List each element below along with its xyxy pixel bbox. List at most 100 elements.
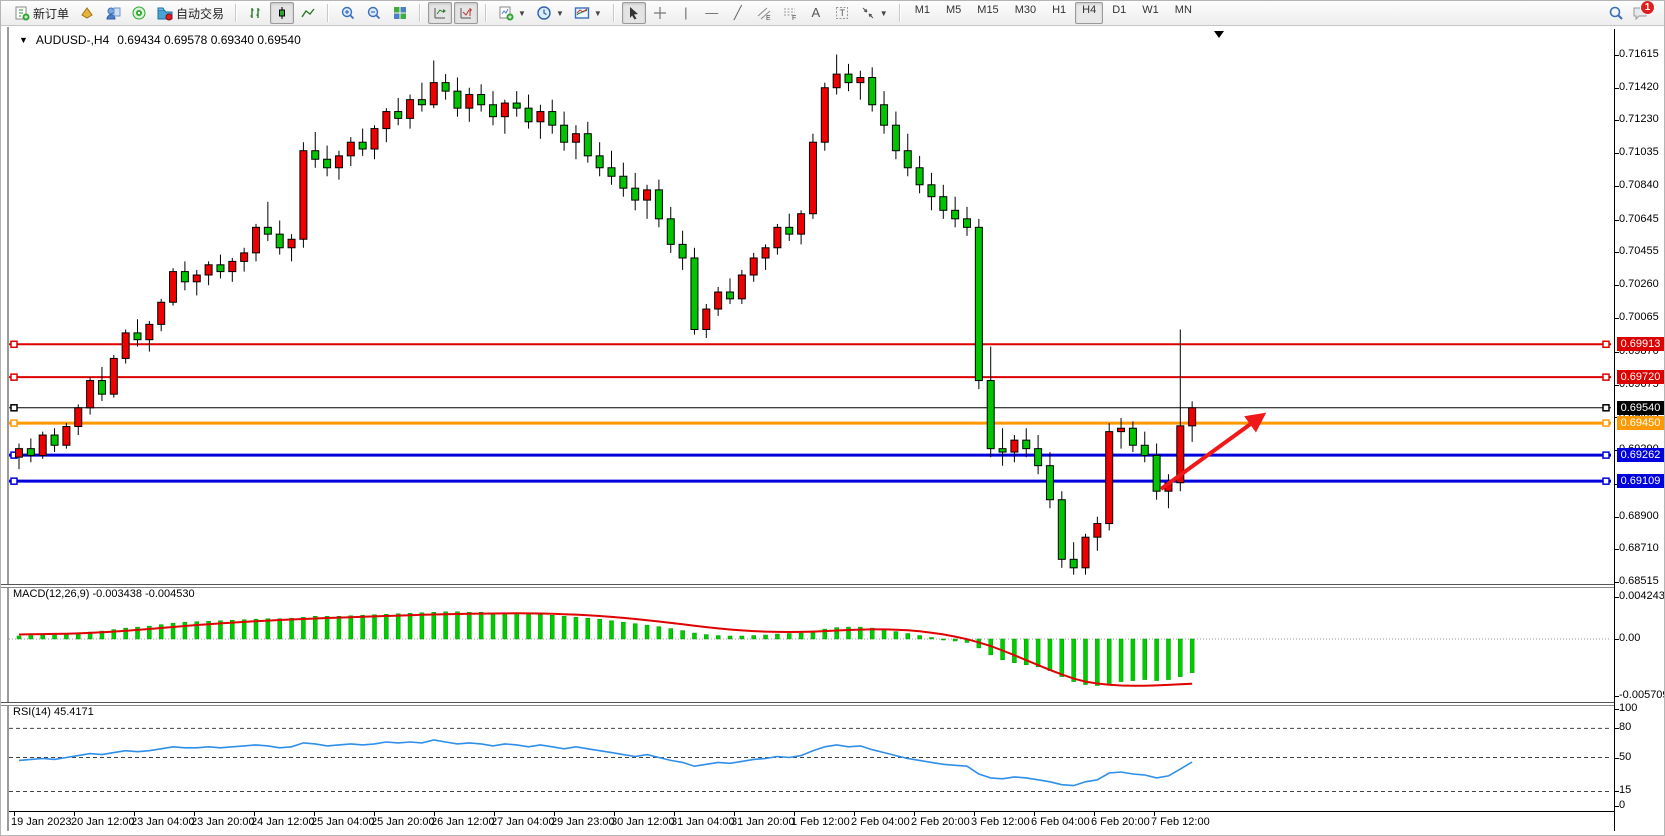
time-tick-label: 7 Feb 12:00 <box>1151 816 1210 828</box>
new-chart-icon <box>498 5 514 21</box>
rsi-tick-label: 50 <box>1619 751 1631 763</box>
text-button[interactable]: A <box>804 2 828 24</box>
arrow-objects-icon <box>860 5 876 21</box>
rsi-chart <box>9 704 1614 811</box>
signals-button[interactable] <box>127 2 151 24</box>
timeframe-button-mn[interactable]: MN <box>1168 2 1199 24</box>
chart-title[interactable]: ▼ AUDUSD-,H4 0.69434 0.69578 0.69340 0.6… <box>19 33 301 47</box>
signals-icon <box>131 5 147 21</box>
macd-tick-label: 0.00 <box>1619 632 1640 644</box>
chat-badge: 1 <box>1640 0 1655 15</box>
time-tick-label: 25 Jan 04:00 <box>311 816 375 828</box>
price-line-badge: 0.69109 <box>1617 474 1664 488</box>
autotrade-button[interactable]: 自动交易 <box>153 2 228 24</box>
new-order-button[interactable]: 新订单 <box>10 2 73 24</box>
vertical-line-button[interactable]: | <box>674 2 698 24</box>
price-tick-label: 0.71615 <box>1619 48 1659 60</box>
toolbar-separator <box>899 4 901 22</box>
macd-chart <box>9 586 1614 701</box>
rsi-pane[interactable]: RSI(14) 45.4171 <box>9 704 1614 811</box>
timeframe-toolbar: M1M5M15M30H1H4D1W1MN <box>903 2 1204 24</box>
macd-pane[interactable]: MACD(12,26,9) -0.003438 -0.004530 <box>9 586 1614 701</box>
time-tick-label: 29 Jan 23:00 <box>551 816 615 828</box>
zoom-out-button[interactable] <box>362 2 386 24</box>
rsi-tick-label: 100 <box>1619 702 1637 714</box>
price-tick-label: 0.70065 <box>1619 311 1659 323</box>
timeframe-button-m5[interactable]: M5 <box>939 2 968 24</box>
timeframe-button-h1[interactable]: H1 <box>1045 2 1073 24</box>
cursor-arrow-icon <box>626 5 642 21</box>
candlestick-icon <box>274 5 290 21</box>
tile-windows-icon <box>392 5 408 21</box>
price-line-badge: 0.69720 <box>1617 370 1664 384</box>
time-tick-label: 2 Feb 20:00 <box>911 816 970 828</box>
bar-chart-icon <box>248 5 264 21</box>
price-pane[interactable] <box>9 29 1614 584</box>
zoom-in-button[interactable] <box>336 2 360 24</box>
timeframe-button-d1[interactable]: D1 <box>1105 2 1133 24</box>
horizontal-line-button[interactable]: — <box>700 2 724 24</box>
macd-label: MACD(12,26,9) -0.003438 -0.004530 <box>13 588 195 600</box>
timeframe-button-m30[interactable]: M30 <box>1008 2 1043 24</box>
crosshair-button[interactable] <box>648 2 672 24</box>
svg-text:E: E <box>766 15 771 22</box>
price-line-badge: 0.69262 <box>1617 448 1664 462</box>
price-tick-label: 0.70840 <box>1619 179 1659 191</box>
arrows-dropdown[interactable]: ▼ <box>856 2 892 24</box>
time-tick-label: 23 Jan 04:00 <box>131 816 195 828</box>
time-tick-label: 31 Jan 20:00 <box>731 816 795 828</box>
period-dropdown[interactable]: ▼ <box>532 2 568 24</box>
search-icon[interactable] <box>1608 5 1624 21</box>
timeframe-button-m15[interactable]: M15 <box>970 2 1005 24</box>
cursor-button[interactable] <box>622 2 646 24</box>
new-order-icon <box>14 5 30 21</box>
price-tick-label: 0.68515 <box>1619 575 1659 587</box>
time-tick-label: 20 Jan 12:00 <box>71 816 135 828</box>
toolbar-separator <box>235 4 237 22</box>
time-tick-label: 2 Feb 04:00 <box>851 816 910 828</box>
zoom-out-icon <box>366 5 382 21</box>
autotrade-icon <box>157 5 173 21</box>
new-chart-dropdown[interactable]: ▼ <box>494 2 530 24</box>
time-tick-label: 19 Jan 2023 <box>11 816 72 828</box>
chat-icon[interactable]: 1 <box>1632 5 1648 21</box>
bar-chart-button[interactable] <box>244 2 268 24</box>
time-tick-label: 24 Jan 12:00 <box>251 816 315 828</box>
timeframe-button-w1[interactable]: W1 <box>1135 2 1166 24</box>
show-trade-levels-button[interactable] <box>428 2 452 24</box>
time-tick-label: 25 Jan 20:00 <box>371 816 435 828</box>
fibonacci-button[interactable]: F <box>778 2 802 24</box>
timeframe-button-h4[interactable]: H4 <box>1075 2 1103 24</box>
candlestick-chart <box>9 29 1614 584</box>
line-chart-button[interactable] <box>296 2 320 24</box>
data-window-button[interactable] <box>101 2 125 24</box>
tile-windows-button[interactable] <box>388 2 412 24</box>
rsi-tick-label: 80 <box>1619 721 1631 733</box>
text-label-button[interactable]: T <box>830 2 854 24</box>
data-window-icon <box>105 5 121 21</box>
template-icon <box>574 5 590 21</box>
candlestick-button[interactable] <box>270 2 294 24</box>
svg-text:T: T <box>839 8 845 18</box>
price-line-badge: 0.69913 <box>1617 337 1664 351</box>
template-dropdown[interactable]: ▼ <box>570 2 606 24</box>
mt4-terminal: 新订单 自动交易 ▼ ▼ <box>0 0 1665 836</box>
price-tick-label: 0.70455 <box>1619 245 1659 257</box>
timeframe-button-m1[interactable]: M1 <box>908 2 937 24</box>
show-order-levels-button[interactable] <box>454 2 478 24</box>
time-axis[interactable]: 19 Jan 202320 Jan 12:0023 Jan 04:0023 Ja… <box>9 811 1614 834</box>
chevron-down-icon: ▼ <box>880 9 888 18</box>
rsi-label: RSI(14) 45.4171 <box>13 706 94 718</box>
trendline-button[interactable]: ╱ <box>726 2 750 24</box>
time-tick-label: 31 Jan 04:00 <box>671 816 735 828</box>
rsi-tick-label: 15 <box>1619 784 1631 796</box>
text-icon: A <box>808 5 824 21</box>
time-tick-label: 23 Jan 20:00 <box>191 816 255 828</box>
market-watch-icon <box>79 5 95 21</box>
price-tick-label: 0.70260 <box>1619 278 1659 290</box>
order-levels-icon <box>458 5 474 21</box>
market-watch-button[interactable] <box>75 2 99 24</box>
collapse-triangle-icon[interactable]: ▼ <box>19 35 28 45</box>
channel-button[interactable]: E <box>752 2 776 24</box>
macd-tick-label: -0.005709 <box>1619 689 1665 701</box>
